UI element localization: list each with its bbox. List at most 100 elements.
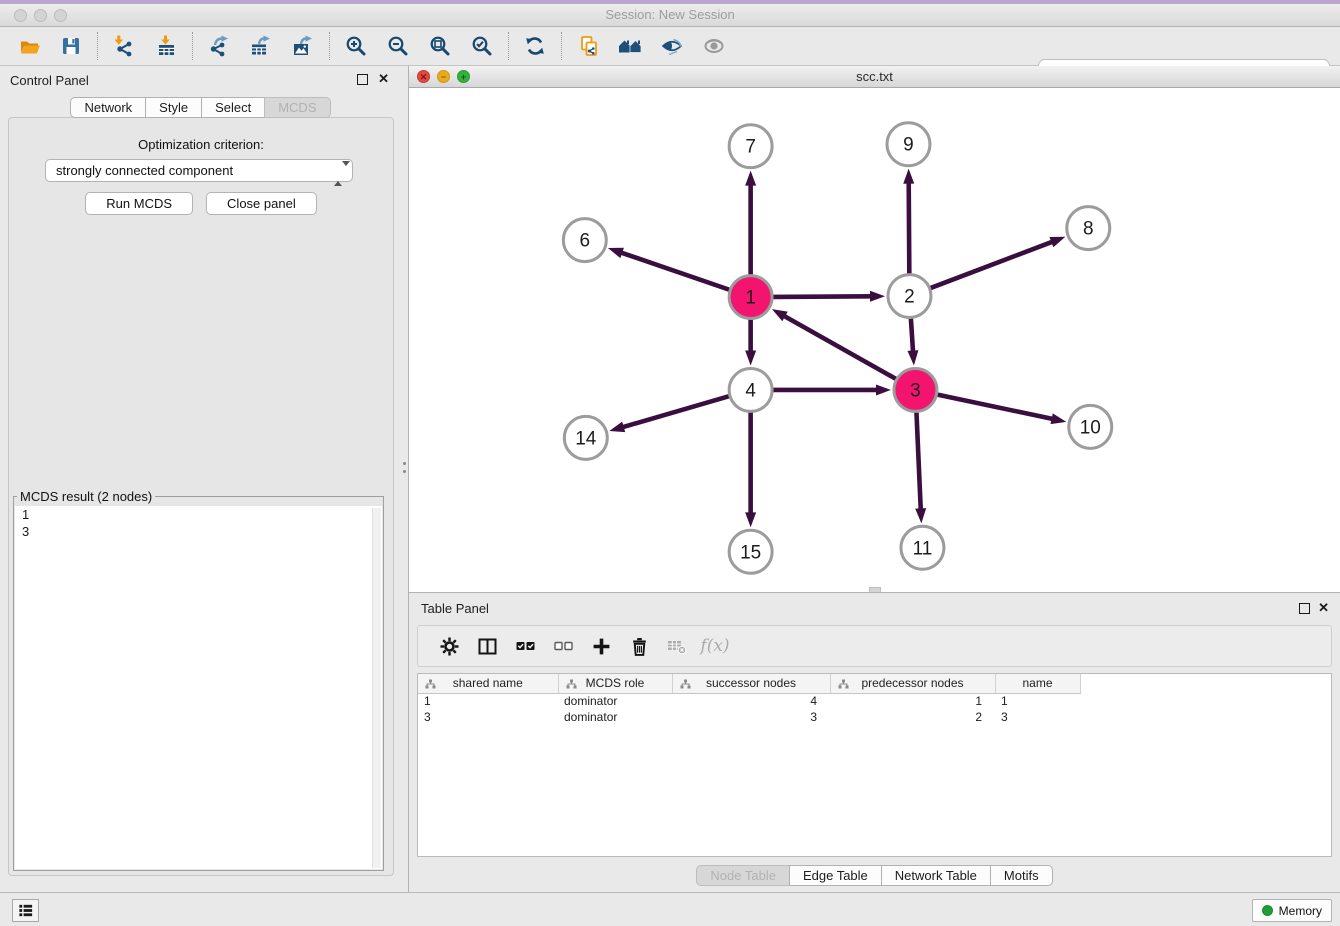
delete-table-button[interactable] bbox=[660, 630, 694, 662]
graph-node-2[interactable]: 2 bbox=[888, 275, 931, 318]
refresh-layout-button[interactable] bbox=[514, 30, 556, 62]
graph-node-label: 7 bbox=[745, 137, 756, 158]
memory-button[interactable]: Memory bbox=[1252, 899, 1332, 922]
column-header-name[interactable]: name bbox=[995, 674, 1080, 693]
node-table: shared nameMCDS rolesuccessor nodesprede… bbox=[418, 674, 1092, 725]
graph-edge-2-9[interactable] bbox=[909, 182, 910, 274]
task-list-button[interactable] bbox=[12, 899, 39, 922]
zoom-out-button[interactable] bbox=[377, 30, 419, 62]
fx-icon: f(x) bbox=[700, 636, 729, 656]
zoom-fit-button[interactable] bbox=[419, 30, 461, 62]
table-row[interactable]: 1dominator411 bbox=[418, 693, 1092, 709]
criterion-select[interactable]: strongly connected component bbox=[45, 159, 353, 182]
table-row[interactable]: 3dominator323 bbox=[418, 709, 1092, 725]
graph-edge-arrowhead bbox=[870, 291, 885, 302]
tab-edge-table[interactable]: Edge Table bbox=[789, 865, 882, 886]
close-panel-button[interactable]: Close panel bbox=[206, 192, 317, 215]
graph-node-1[interactable]: 1 bbox=[729, 276, 772, 319]
main-toolbar bbox=[0, 27, 1340, 66]
graph-node-15[interactable]: 15 bbox=[729, 530, 772, 573]
column-header-mcds-role[interactable]: MCDS role bbox=[558, 674, 672, 693]
graph-edge-3-11[interactable] bbox=[916, 412, 920, 510]
import-table-button[interactable] bbox=[145, 30, 187, 62]
mcds-result-value: 3 bbox=[15, 523, 382, 540]
mcds-result-title: MCDS result (2 nodes) bbox=[17, 489, 155, 504]
split-panel-button[interactable] bbox=[470, 630, 504, 662]
run-mcds-button[interactable]: Run MCDS bbox=[85, 192, 193, 215]
graph-edge-arrowhead bbox=[772, 309, 788, 321]
tab-select[interactable]: Select bbox=[201, 97, 265, 118]
graph-node-14[interactable]: 14 bbox=[564, 416, 607, 459]
graph-edge-1-2[interactable] bbox=[773, 296, 872, 297]
graph-edge-4-14[interactable] bbox=[622, 396, 729, 427]
graph-node-10[interactable]: 10 bbox=[1069, 405, 1112, 448]
zoom-selected-icon bbox=[471, 35, 493, 57]
graph-node-8[interactable]: 8 bbox=[1067, 207, 1110, 250]
cell-shared-name: 1 bbox=[418, 693, 558, 709]
column-header-shared-name[interactable]: shared name bbox=[418, 674, 558, 693]
float-panel-icon[interactable] bbox=[357, 74, 368, 85]
open-session-button[interactable] bbox=[8, 30, 50, 62]
export-table-button[interactable] bbox=[240, 30, 282, 62]
control-panel-title: Control Panel bbox=[10, 73, 89, 88]
graph-node-4[interactable]: 4 bbox=[729, 368, 772, 411]
tab-style[interactable]: Style bbox=[145, 97, 202, 118]
plus-icon bbox=[592, 637, 611, 656]
graph-edge-3-10[interactable] bbox=[937, 395, 1053, 420]
graph-edge-3-1[interactable] bbox=[783, 315, 896, 378]
column-sort-icon bbox=[566, 679, 577, 689]
graph-edge-arrowhead bbox=[745, 171, 756, 186]
graph-node-label: 14 bbox=[575, 428, 596, 449]
result-scrollbar[interactable] bbox=[372, 508, 381, 868]
graph-edge-1-6[interactable] bbox=[620, 252, 729, 289]
column-header-predecessor-nodes[interactable]: predecessor nodes bbox=[830, 674, 995, 693]
network-window-titlebar[interactable]: ✕ − + scc.txt bbox=[409, 66, 1340, 88]
graph-edge-2-3[interactable] bbox=[911, 318, 913, 352]
graph-edge-2-8[interactable] bbox=[930, 241, 1053, 288]
graph-node-11[interactable]: 11 bbox=[901, 526, 944, 569]
graphics-details-icon bbox=[661, 35, 683, 57]
function-builder-button[interactable]: f(x) bbox=[698, 630, 732, 662]
tab-network-table[interactable]: Network Table bbox=[881, 865, 991, 886]
add-column-button[interactable] bbox=[584, 630, 618, 662]
column-header-successor-nodes[interactable]: successor nodes bbox=[672, 674, 830, 693]
import-network-button[interactable] bbox=[103, 30, 145, 62]
graphics-details-button[interactable] bbox=[651, 30, 693, 62]
graph-node-7[interactable]: 7 bbox=[729, 125, 772, 168]
tab-mcds[interactable]: MCDS bbox=[264, 97, 330, 118]
export-network-button[interactable] bbox=[198, 30, 240, 62]
table-settings-button[interactable] bbox=[432, 630, 466, 662]
close-panel-icon[interactable]: ✕ bbox=[378, 70, 389, 88]
zoom-in-button[interactable] bbox=[335, 30, 377, 62]
graph-node-6[interactable]: 6 bbox=[563, 219, 606, 262]
table-panel: Table Panel ✕ bbox=[408, 592, 1340, 892]
memory-status-icon bbox=[1262, 905, 1273, 916]
zoom-selected-button[interactable] bbox=[461, 30, 503, 62]
first-neighbors-button[interactable] bbox=[609, 30, 651, 62]
bird-view-button[interactable] bbox=[693, 30, 735, 62]
close-table-panel-icon[interactable]: ✕ bbox=[1318, 599, 1329, 617]
mcds-result-list[interactable]: 13 bbox=[15, 506, 382, 869]
graph-node-3[interactable]: 3 bbox=[894, 368, 937, 411]
select-all-button[interactable] bbox=[508, 630, 542, 662]
import-table-icon bbox=[155, 35, 177, 57]
save-session-button[interactable] bbox=[50, 30, 92, 62]
cell-filler bbox=[1080, 709, 1092, 725]
tab-network[interactable]: Network bbox=[70, 97, 146, 118]
deselect-all-button[interactable] bbox=[546, 630, 580, 662]
graph-node-9[interactable]: 9 bbox=[887, 123, 930, 166]
network-canvas[interactable]: 1 2 3 4 6 7 8 9 10 11 14 15 bbox=[409, 88, 1340, 592]
mcds-result-value: 1 bbox=[15, 506, 382, 523]
column-sort-icon bbox=[838, 679, 849, 689]
panel-splitter[interactable] bbox=[401, 66, 408, 892]
float-table-panel-icon[interactable] bbox=[1299, 603, 1310, 614]
export-image-button[interactable] bbox=[282, 30, 324, 62]
column-sort-icon bbox=[425, 679, 436, 689]
delete-selected-button[interactable] bbox=[622, 630, 656, 662]
graph-node-label: 11 bbox=[913, 538, 933, 559]
graph-node-label: 10 bbox=[1080, 417, 1101, 438]
trash-icon bbox=[630, 637, 649, 656]
cyndex-button[interactable] bbox=[567, 30, 609, 62]
tab-motifs[interactable]: Motifs bbox=[990, 865, 1053, 886]
tab-node-table[interactable]: Node Table bbox=[696, 865, 790, 886]
